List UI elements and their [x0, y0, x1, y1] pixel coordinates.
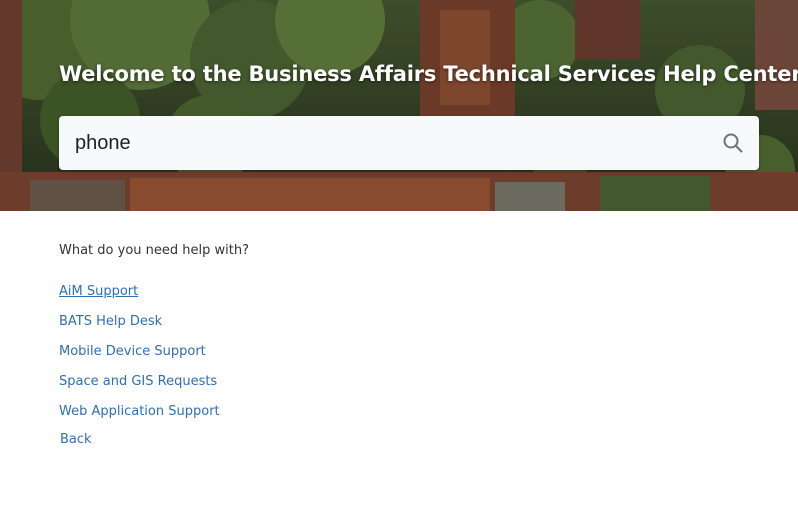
list-item: AiM Support	[59, 277, 759, 307]
list-item: Mobile Device Support	[59, 337, 759, 367]
link-bats-help-desk[interactable]: BATS Help Desk	[59, 314, 162, 329]
list-item: Web Application Support	[59, 397, 759, 427]
link-web-application-support[interactable]: Web Application Support	[59, 404, 220, 419]
campus-aerial-photo	[0, 0, 798, 211]
back-link[interactable]: Back	[60, 427, 759, 457]
search-bar	[59, 116, 759, 170]
link-space-and-gis-requests[interactable]: Space and GIS Requests	[59, 374, 217, 389]
hero-banner: Welcome to the Business Affairs Technica…	[0, 0, 798, 211]
link-aim-support[interactable]: AiM Support	[59, 284, 138, 299]
help-topic-list: AiM Support BATS Help Desk Mobile Device…	[59, 277, 759, 427]
list-item: Space and GIS Requests	[59, 367, 759, 397]
search-input[interactable]	[59, 116, 699, 170]
help-prompt: What do you need help with?	[59, 243, 249, 258]
search-icon	[723, 133, 743, 153]
list-item: BATS Help Desk	[59, 307, 759, 337]
search-button[interactable]	[721, 131, 745, 155]
help-content: What do you need help with? AiM Support …	[59, 238, 759, 457]
link-mobile-device-support[interactable]: Mobile Device Support	[59, 344, 206, 359]
page-title: Welcome to the Business Affairs Technica…	[59, 62, 798, 86]
